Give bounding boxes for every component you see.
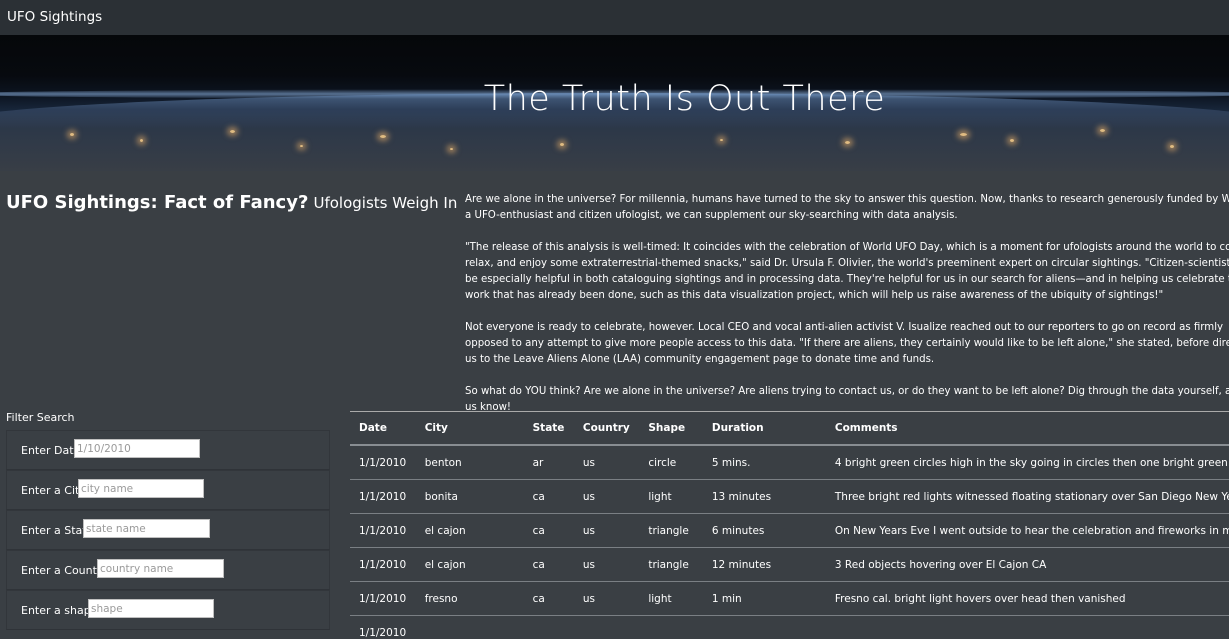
article-title-sub: Ufologists Weigh In [313,194,458,212]
table-row: 1/1/2010 [350,615,1229,639]
cell-shape: triangle [639,547,703,582]
city-input[interactable] [78,479,204,498]
city-light [1170,145,1174,148]
table-row: 1/1/2010 el cajon ca us triangle 6 minut… [350,513,1229,548]
city-light [450,148,453,150]
article-body: Are we alone in the universe? For millen… [465,192,1229,432]
table-row: 1/1/2010 bonita ca us light 13 minutes T… [350,479,1229,514]
cell-country: us [573,513,640,548]
cell-city: benton [415,445,524,480]
cell-date: 1/1/2010 [350,445,416,480]
filter-item-country: Enter a Country [6,550,330,590]
filter-item-shape: Enter a shape [6,590,330,630]
cell-state: ca [523,479,574,514]
cell-duration: 12 minutes [702,547,826,582]
state-input[interactable] [83,519,210,538]
filter-title: Filter Search [6,411,75,424]
city-light [1100,129,1105,132]
cell-city: el cajon [415,547,524,582]
city-light [845,141,850,144]
country-label: Enter a Country [21,564,108,577]
cell-city [415,615,524,639]
filter-item-city: Enter a City [6,470,330,510]
brand-link[interactable]: UFO Sightings [7,9,102,25]
cell-date: 1/1/2010 [350,547,416,582]
cell-state: ar [523,445,574,480]
cell-duration: 6 minutes [702,513,826,548]
city-light [70,133,74,136]
cell-duration [702,615,826,639]
ufo-table: Date City State Country Shape Duration C… [350,411,1229,639]
city-light [380,135,386,138]
cell-comments [825,615,1229,639]
article-title-main: UFO Sightings: Fact of Fancy? [6,192,309,213]
cell-country: us [573,547,640,582]
header-country: Country [573,411,640,446]
filter-item-date: Enter Date [6,430,330,470]
cell-duration: 1 min [702,581,826,616]
article-paragraph: "The release of this analysis is well-ti… [465,242,1229,301]
cell-date: 1/1/2010 [350,615,416,639]
city-light [230,130,235,133]
cell-duration: 5 mins. [702,445,826,480]
cell-duration: 13 minutes [702,479,826,514]
cell-country [573,615,640,639]
cell-comments: 4 bright green circles high in the sky g… [825,445,1229,480]
cell-country: us [573,479,640,514]
article-paragraph: Are we alone in the universe? For millen… [465,194,1229,221]
shape-input[interactable] [88,599,214,618]
table-row: 1/1/2010 fresno ca us light 1 min Fresno… [350,581,1229,616]
cell-state: ca [523,581,574,616]
cell-comments: Three bright red lights witnessed floati… [825,479,1229,514]
cell-state: ca [523,513,574,548]
cell-city: fresno [415,581,524,616]
cell-shape: light [639,479,703,514]
header-comments: Comments [825,411,1229,446]
city-light [140,139,143,142]
cell-country: us [573,581,640,616]
filter-item-state: Enter a State [6,510,330,550]
hero-banner: The Truth Is Out There [0,35,1229,171]
cell-comments: Fresno cal. bright light hovers over hea… [825,581,1229,616]
article-paragraph: Not everyone is ready to celebrate, howe… [465,322,1229,365]
cell-city: bonita [415,479,524,514]
cell-city: el cajon [415,513,524,548]
cell-shape: circle [639,445,703,480]
country-input[interactable] [97,559,224,578]
ufo-table-container[interactable]: Date City State Country Shape Duration C… [350,411,1229,639]
city-light [1010,139,1014,142]
city-light [300,145,303,147]
city-label: Enter a City [21,484,86,497]
cell-date: 1/1/2010 [350,581,416,616]
city-light [960,133,967,136]
table-row: 1/1/2010 el cajon ca us triangle 12 minu… [350,547,1229,582]
cell-shape: light [639,581,703,616]
date-label: Enter Date [21,444,81,457]
cell-date: 1/1/2010 [350,479,416,514]
cell-state: ca [523,547,574,582]
navbar: UFO Sightings [0,0,1229,35]
cell-date: 1/1/2010 [350,513,416,548]
shape-label: Enter a shape [21,604,98,617]
cell-comments: On New Years Eve I went outside to hear … [825,513,1229,548]
city-light [720,139,723,141]
table-header-row: Date City State Country Shape Duration C… [350,411,1229,446]
cell-country: us [573,445,640,480]
hero-title: The Truth Is Out There [483,79,886,119]
city-light [560,143,564,146]
header-shape: Shape [639,411,703,446]
header-duration: Duration [702,411,826,446]
cell-shape [639,615,703,639]
cell-state [523,615,574,639]
filter-panel: Filter Search Enter Date Enter a City En… [6,411,330,630]
header-date: Date [350,411,416,446]
date-input[interactable] [74,439,200,458]
article-title: UFO Sightings: Fact of Fancy? Ufologists… [6,192,457,213]
header-state: State [523,411,574,446]
cell-shape: triangle [639,513,703,548]
cell-comments: 3 Red objects hovering over El Cajon CA [825,547,1229,582]
table-row: 1/1/2010 benton ar us circle 5 mins. 4 b… [350,445,1229,480]
header-city: City [415,411,524,446]
